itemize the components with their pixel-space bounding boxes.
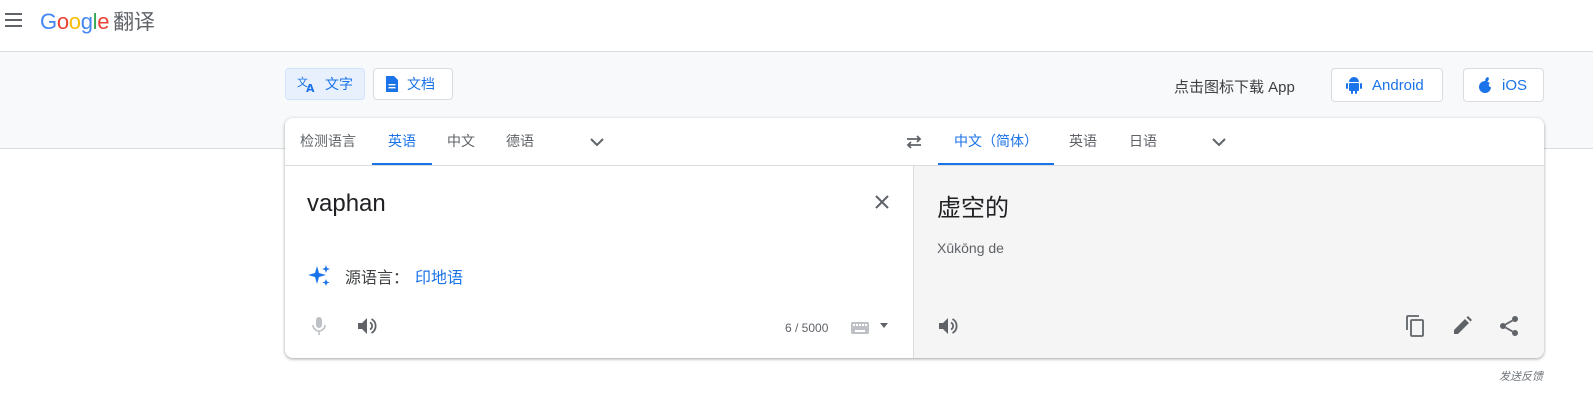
source-text-input[interactable]: vaphan bbox=[307, 190, 386, 218]
document-mode-button[interactable]: 文档 bbox=[373, 68, 453, 100]
send-feedback-link[interactable]: 发送反馈 bbox=[1499, 368, 1543, 384]
android-download-button[interactable]: Android bbox=[1331, 68, 1443, 102]
copy-icon[interactable] bbox=[1403, 314, 1427, 338]
swap-languages-icon[interactable] bbox=[903, 131, 925, 153]
source-lang-english[interactable]: 英语 bbox=[372, 118, 432, 165]
keyboard-icon[interactable] bbox=[851, 322, 869, 334]
target-lang-english[interactable]: 英语 bbox=[1069, 118, 1097, 165]
android-label: Android bbox=[1372, 76, 1424, 94]
google-logo: Google bbox=[40, 9, 110, 34]
target-lang-japanese[interactable]: 日语 bbox=[1129, 118, 1157, 165]
romanization-text: Xūkōng de bbox=[937, 240, 1004, 256]
document-icon bbox=[386, 76, 398, 92]
download-app-prompt: 点击图标下载 App bbox=[1174, 79, 1295, 96]
text-mode-button[interactable]: 文 A 文字 bbox=[285, 68, 365, 100]
detected-language-row: 源语言： 印地语 bbox=[307, 264, 463, 288]
google-translate-logo[interactable]: Google 翻译 bbox=[40, 6, 155, 36]
translate-icon: 文 A bbox=[297, 75, 315, 93]
microphone-icon[interactable] bbox=[307, 314, 331, 338]
language-bar: 检测语言 英语 中文 德语 中文（简体） 英语 日语 bbox=[285, 118, 1544, 166]
svg-text:A: A bbox=[306, 82, 315, 93]
source-lang-chinese[interactable]: 中文 bbox=[447, 118, 475, 165]
translation-card: 检测语言 英语 中文 德语 中文（简体） 英语 日语 vaphan 源语言： 印… bbox=[285, 118, 1544, 358]
ios-download-button[interactable]: iOS bbox=[1463, 68, 1544, 102]
document-mode-label: 文档 bbox=[407, 76, 435, 92]
clear-source-close-icon[interactable] bbox=[870, 190, 894, 214]
source-lang-german[interactable]: 德语 bbox=[506, 118, 534, 165]
source-lang-more-chevron-down-icon[interactable] bbox=[588, 133, 606, 151]
target-lang-more-chevron-down-icon[interactable] bbox=[1210, 133, 1228, 151]
source-pane: vaphan 源语言： 印地语 6 / 5000 bbox=[285, 166, 913, 358]
target-speaker-icon[interactable] bbox=[936, 314, 960, 338]
translation-output: 虚空的 bbox=[937, 195, 1009, 222]
source-speaker-icon[interactable] bbox=[355, 314, 379, 338]
edit-pencil-icon[interactable] bbox=[1450, 314, 1474, 338]
android-icon bbox=[1346, 77, 1362, 94]
main-menu-icon[interactable] bbox=[2, 9, 24, 31]
top-bar: Google 翻译 bbox=[0, 0, 1593, 52]
detected-language-label: 源语言： bbox=[345, 270, 410, 287]
product-name: 翻译 bbox=[113, 11, 155, 34]
target-lang-chinese-simplified[interactable]: 中文（简体） bbox=[938, 118, 1054, 165]
apple-icon bbox=[1479, 77, 1492, 93]
sparkle-icon bbox=[308, 265, 330, 286]
keyboard-dropdown-caret-icon[interactable] bbox=[880, 323, 888, 328]
source-lang-detect[interactable]: 检测语言 bbox=[300, 118, 356, 165]
text-mode-label: 文字 bbox=[325, 76, 353, 92]
ios-label: iOS bbox=[1502, 76, 1528, 94]
share-icon[interactable] bbox=[1497, 314, 1521, 338]
character-count: 6 / 5000 bbox=[785, 321, 829, 335]
detected-language-link[interactable]: 印地语 bbox=[415, 264, 463, 288]
target-pane: 虚空的 Xūkōng de bbox=[913, 166, 1544, 358]
